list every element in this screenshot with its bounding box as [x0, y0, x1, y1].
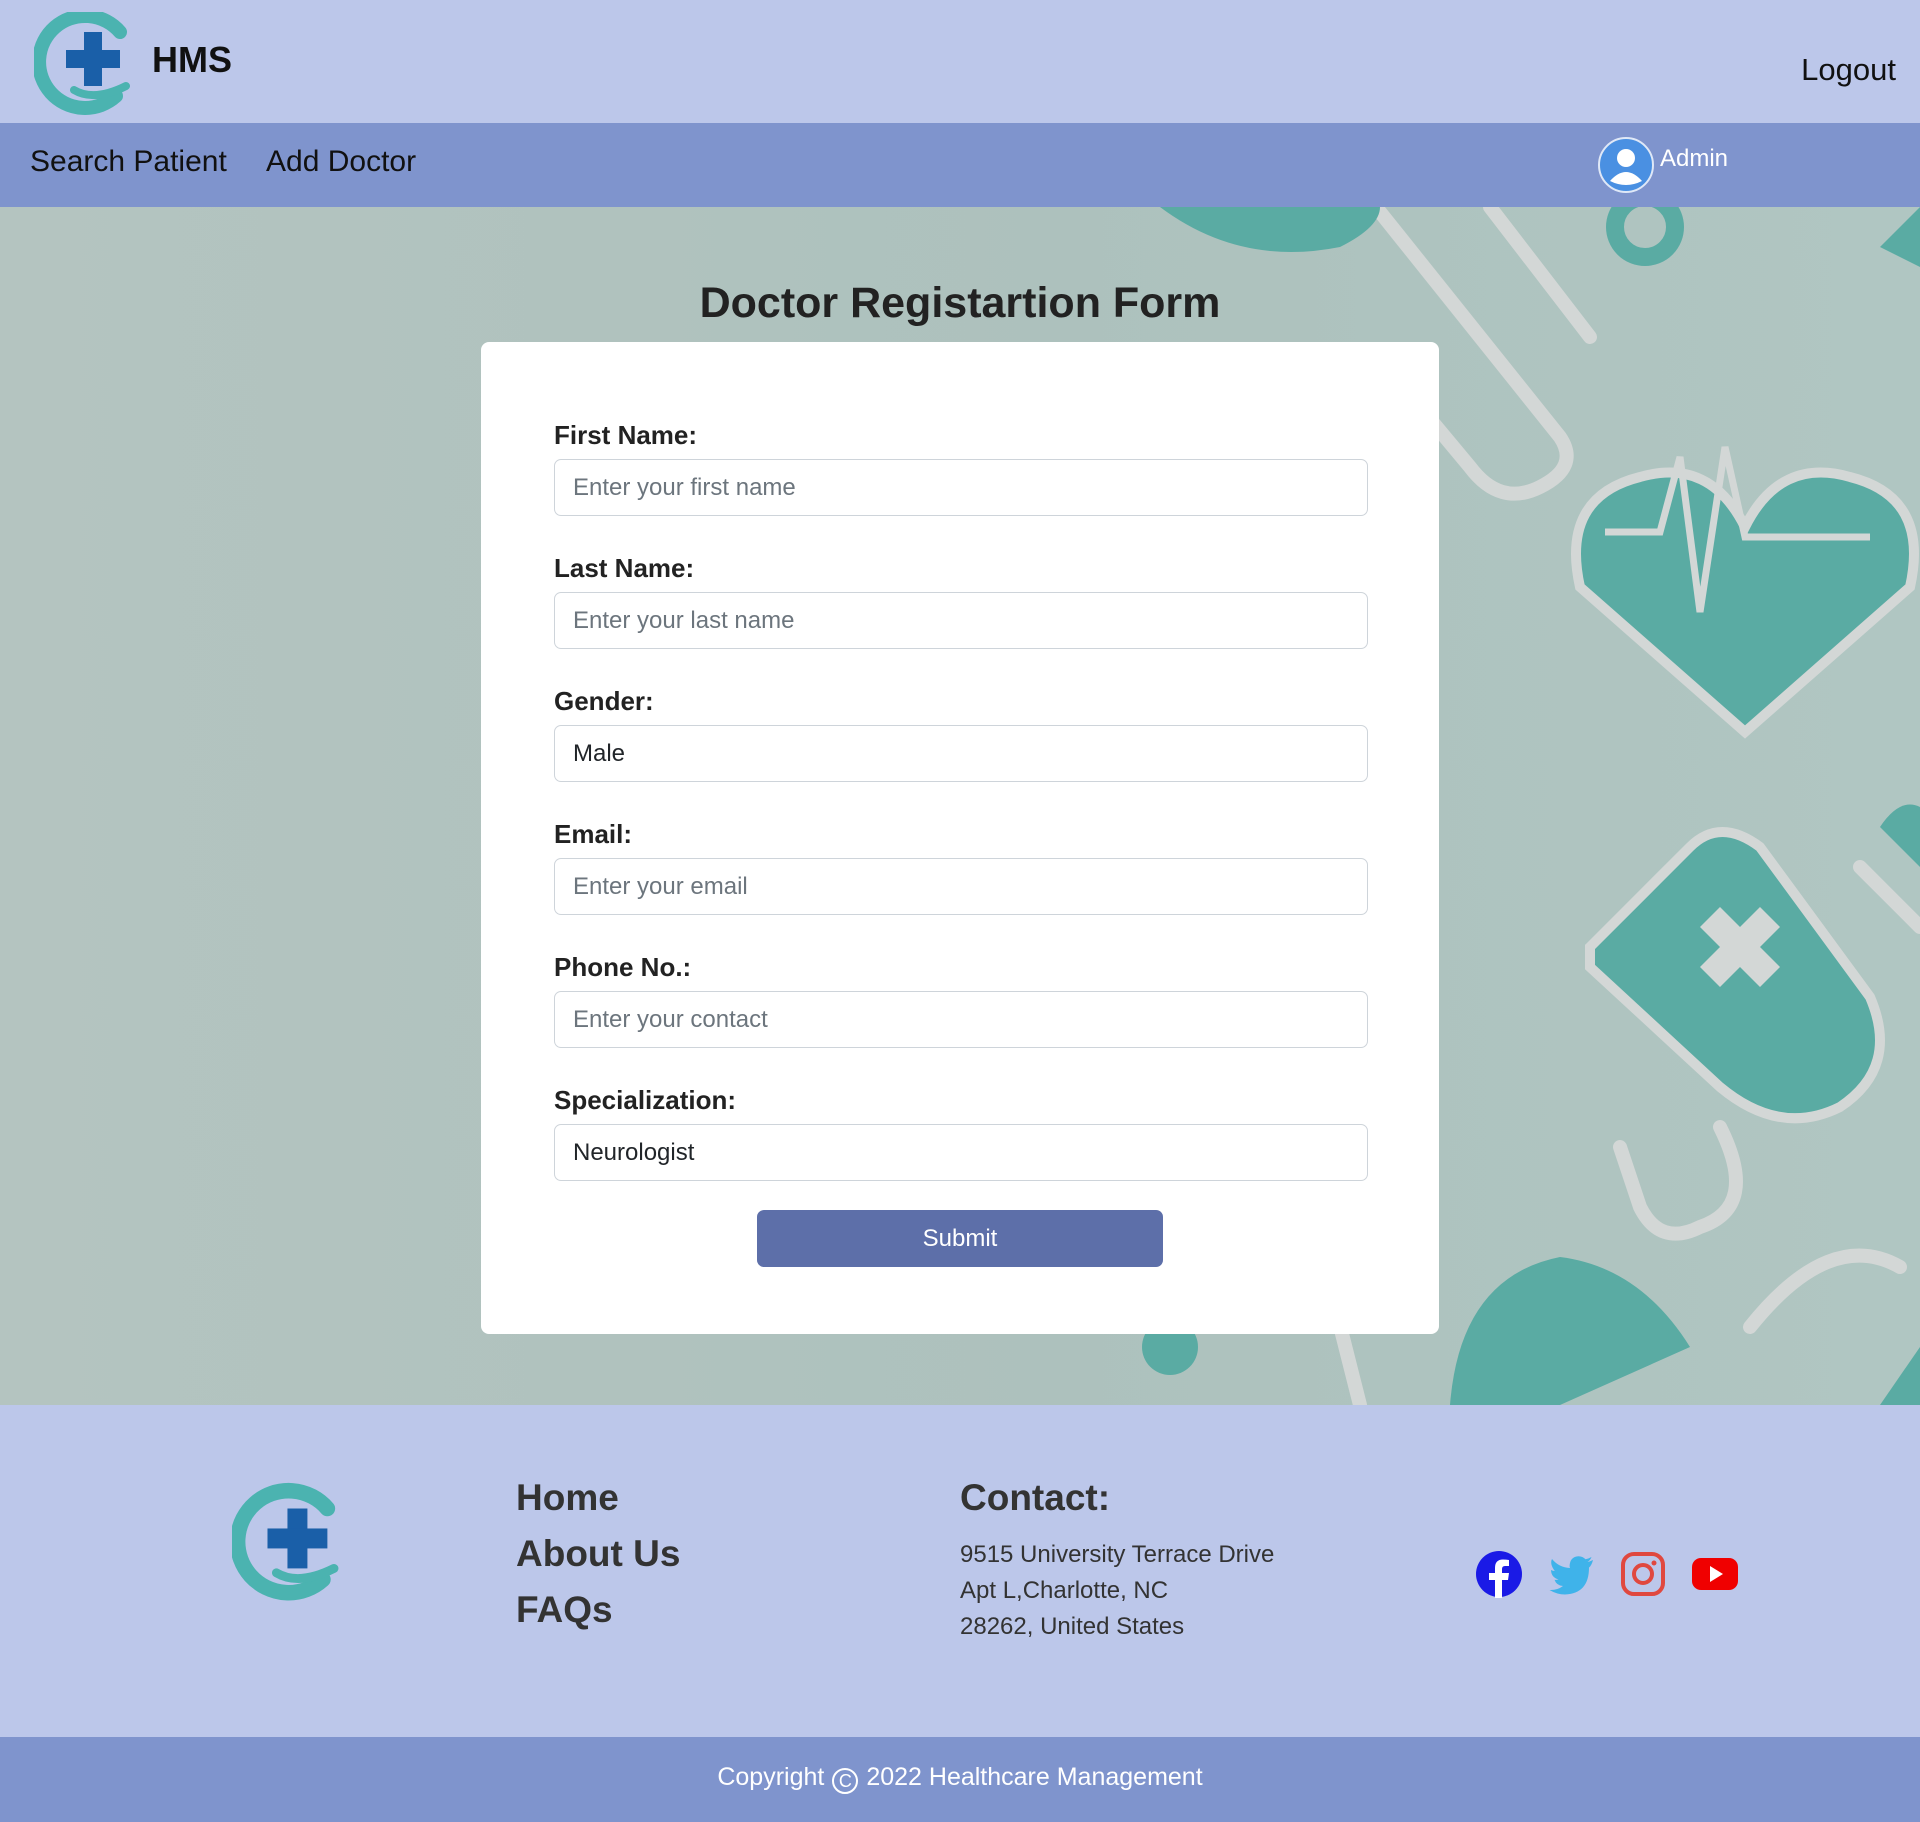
specialization-field: Specialization: Neurologist — [554, 1085, 1368, 1181]
email-input[interactable]: Enter your email — [554, 858, 1368, 915]
brand-name: HMS — [152, 39, 232, 80]
contact-title: Contact: — [960, 1477, 1111, 1518]
email-label: Email: — [554, 819, 633, 849]
phone-field: Phone No.: Enter your contact — [554, 952, 1368, 1048]
copyright-prefix: Copyright — [717, 1763, 825, 1791]
footer-link-about[interactable]: About Us — [516, 1533, 680, 1575]
form-title: Doctor Registartion Form — [699, 279, 1221, 327]
social-links — [1475, 1550, 1739, 1598]
first-name-label: First Name: — [554, 420, 698, 450]
specialization-select[interactable]: Neurologist — [554, 1124, 1368, 1181]
address-line-1: 9515 University Terrace Drive — [960, 1541, 1275, 1568]
twitter-icon[interactable] — [1547, 1550, 1595, 1598]
footer-links: Home About Us FAQs — [516, 1477, 680, 1645]
registration-form-card: First Name: Enter your first name Last N… — [481, 342, 1439, 1334]
email-field: Email: Enter your email — [554, 819, 1368, 915]
youtube-icon[interactable] — [1691, 1550, 1739, 1598]
facebook-icon[interactable] — [1475, 1550, 1523, 1598]
main-section: Doctor Registartion Form First Name: Ent… — [0, 207, 1920, 1405]
phone-label: Phone No.: — [554, 952, 692, 982]
nav-add-doctor[interactable]: Add Doctor — [266, 145, 416, 179]
first-name-input[interactable]: Enter your first name — [554, 459, 1368, 516]
footer: Home About Us FAQs Contact: 9515 Univers… — [0, 1405, 1920, 1737]
copyright-text: 2022 Healthcare Management — [866, 1763, 1203, 1791]
last-name-input[interactable]: Enter your last name — [554, 592, 1368, 649]
logout-link[interactable]: Logout — [1801, 52, 1896, 88]
footer-link-home[interactable]: Home — [516, 1477, 680, 1519]
specialization-label: Specialization: — [554, 1085, 737, 1115]
gender-field: Gender: Male — [554, 686, 1368, 782]
footer-link-faqs[interactable]: FAQs — [516, 1589, 680, 1631]
instagram-icon[interactable] — [1619, 1550, 1667, 1598]
last-name-label: Last Name: — [554, 553, 695, 583]
address-line-2: Apt L,Charlotte, NC — [960, 1577, 1169, 1604]
contact-block: Contact: 9515 University Terrace Drive A… — [960, 1477, 1274, 1645]
gender-label: Gender: — [554, 686, 654, 716]
phone-input[interactable]: Enter your contact — [554, 991, 1368, 1048]
admin-label: Admin — [1660, 145, 1729, 172]
last-name-field: Last Name: Enter your last name — [554, 553, 1368, 649]
copyright-icon: C — [832, 1768, 859, 1794]
footer-logo-icon — [232, 1483, 339, 1601]
user-avatar-icon — [1598, 137, 1654, 193]
top-header: HMS Logout — [0, 0, 1920, 123]
hospital-logo-icon — [34, 12, 130, 115]
nav-bar: Search Patient Add Doctor Admin — [0, 123, 1920, 207]
nav-search-patient[interactable]: Search Patient — [30, 145, 227, 179]
gender-select[interactable]: Male — [554, 725, 1368, 782]
first-name-field: First Name: Enter your first name — [554, 420, 1368, 516]
copyright-bar: Copyright C 2022 Healthcare Management — [0, 1737, 1920, 1822]
submit-button[interactable]: Submit — [757, 1210, 1163, 1267]
admin-menu[interactable]: Admin — [1598, 137, 1728, 193]
brand[interactable]: HMS — [34, 12, 232, 116]
address-line-3: 28262, United States — [960, 1613, 1185, 1640]
